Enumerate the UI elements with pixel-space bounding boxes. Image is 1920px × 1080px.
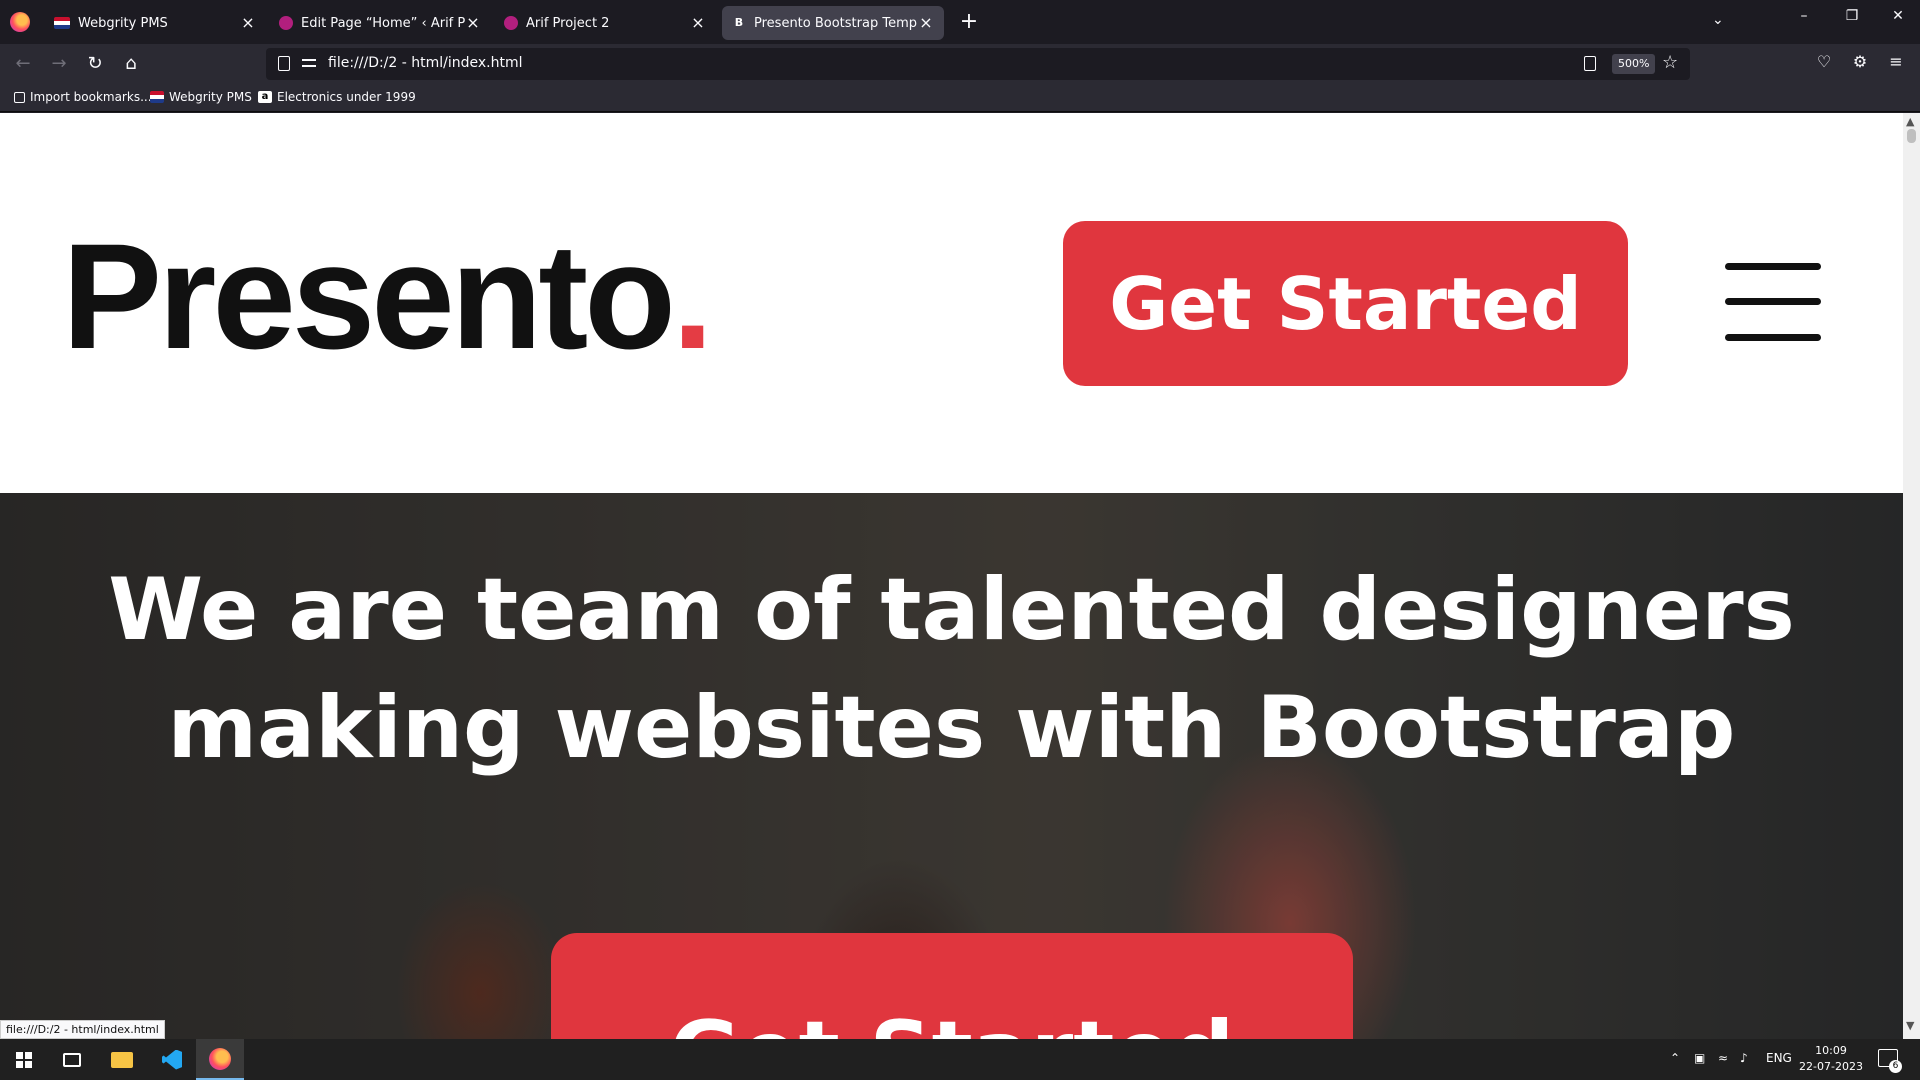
list-all-tabs-icon[interactable]: ⌄ bbox=[1712, 12, 1724, 28]
hero-heading-line: We are team of talented designers bbox=[108, 560, 1795, 660]
task-view-button[interactable] bbox=[48, 1039, 96, 1080]
vscode-icon bbox=[162, 1049, 182, 1070]
windows-taskbar: ⌃ ▣ ≈ ♪ ENG 10:09 22-07-2023 6 bbox=[0, 1039, 1920, 1080]
firefox-menu-icon[interactable] bbox=[10, 12, 30, 32]
folder-icon bbox=[111, 1051, 133, 1068]
clock-time: 10:09 bbox=[1815, 1044, 1847, 1057]
close-tab-icon[interactable]: × bbox=[690, 15, 706, 31]
new-tab-button[interactable]: + bbox=[956, 10, 982, 36]
bootstrap-icon: B bbox=[732, 16, 746, 30]
meet-now-icon[interactable]: ▣ bbox=[1694, 1051, 1705, 1065]
pocket-icon[interactable]: ♡ bbox=[1812, 52, 1836, 71]
tab-title: Webgrity PMS bbox=[78, 15, 168, 31]
tab-arif-project-2[interactable]: Arif Project 2 × bbox=[494, 6, 716, 40]
tab-presento[interactable]: B Presento Bootstrap Template - I × bbox=[722, 6, 944, 40]
page-icon[interactable] bbox=[278, 56, 290, 71]
flag-icon bbox=[150, 91, 164, 103]
url-text[interactable]: file:///D:/2 - html/index.html bbox=[328, 55, 523, 71]
scrollbar-thumb[interactable] bbox=[1907, 129, 1916, 143]
minimize-icon[interactable]: – bbox=[1784, 8, 1824, 24]
logo-dot: . bbox=[671, 212, 714, 380]
app-menu-icon[interactable]: ≡ bbox=[1884, 52, 1908, 71]
bookmark-label: Electronics under 1999 bbox=[277, 90, 416, 104]
site-logo[interactable]: Presento. bbox=[62, 221, 714, 371]
hero-heading: We are team of talented designers making… bbox=[0, 551, 1903, 787]
bookmark-label: Import bookmarks... bbox=[30, 90, 152, 104]
bookmarks-toolbar: Import bookmarks... Webgrity PMS a Elect… bbox=[0, 84, 1920, 112]
bookmark-webgrity-pms[interactable]: Webgrity PMS bbox=[150, 90, 252, 104]
clock[interactable]: 10:09 22-07-2023 bbox=[1796, 1043, 1866, 1075]
home-icon[interactable]: ⌂ bbox=[118, 52, 144, 76]
hero-get-started-button[interactable]: Get Started bbox=[551, 933, 1353, 1039]
extensions-icon[interactable]: ⚙ bbox=[1848, 52, 1872, 71]
close-tab-icon[interactable]: × bbox=[465, 15, 481, 31]
get-started-button[interactable]: Get Started bbox=[1063, 221, 1628, 386]
close-tab-icon[interactable]: × bbox=[240, 15, 256, 31]
address-bar[interactable]: file:///D:/2 - html/index.html 500% ☆ bbox=[266, 48, 1690, 80]
wifi-icon[interactable]: ≈ bbox=[1718, 1051, 1728, 1065]
tab-title: Edit Page “Home” ‹ Arif Project bbox=[301, 15, 465, 31]
reload-icon[interactable]: ↻ bbox=[82, 52, 108, 76]
language-indicator[interactable]: ENG bbox=[1766, 1051, 1792, 1065]
show-hidden-icons-icon[interactable]: ⌃ bbox=[1670, 1051, 1680, 1065]
logo-text: Presento bbox=[62, 212, 676, 380]
firefox-icon bbox=[209, 1047, 231, 1070]
file-explorer-button[interactable] bbox=[98, 1039, 146, 1080]
vscode-button[interactable] bbox=[148, 1039, 196, 1080]
bookmark-star-icon[interactable]: ☆ bbox=[1662, 52, 1678, 73]
task-view-icon bbox=[63, 1052, 81, 1067]
tab-title: Presento Bootstrap Template - I bbox=[754, 15, 918, 31]
bookmark-import[interactable]: Import bookmarks... bbox=[14, 90, 152, 104]
window-close-icon[interactable]: ✕ bbox=[1878, 8, 1918, 24]
flag-icon bbox=[54, 17, 70, 29]
bookmark-electronics[interactable]: a Electronics under 1999 bbox=[258, 90, 416, 104]
scroll-down-icon[interactable]: ▼ bbox=[1906, 1019, 1914, 1032]
close-tab-icon[interactable]: × bbox=[918, 15, 934, 31]
tab-strip: Webgrity PMS × Edit Page “Home” ‹ Arif P… bbox=[0, 0, 1920, 44]
scroll-up-icon[interactable]: ▲ bbox=[1906, 115, 1914, 128]
clock-date: 22-07-2023 bbox=[1799, 1060, 1863, 1073]
wordpress-icon bbox=[504, 16, 518, 30]
notification-count-badge: 6 bbox=[1889, 1060, 1902, 1073]
reader-view-icon[interactable] bbox=[1584, 56, 1596, 71]
tab-title: Arif Project 2 bbox=[526, 15, 610, 31]
back-icon[interactable]: ← bbox=[10, 52, 36, 76]
hero-heading-line: making websites with Bootstrap bbox=[167, 678, 1736, 778]
hero-section: We are team of talented designers making… bbox=[0, 493, 1903, 1039]
volume-icon[interactable]: ♪ bbox=[1740, 1051, 1748, 1065]
amazon-icon: a bbox=[258, 91, 272, 103]
tab-webgrity-pms[interactable]: Webgrity PMS × bbox=[44, 6, 266, 40]
start-button[interactable] bbox=[0, 1039, 48, 1080]
import-icon bbox=[14, 91, 25, 103]
permissions-icon[interactable] bbox=[302, 57, 316, 69]
windows-icon bbox=[16, 1051, 32, 1068]
restore-icon[interactable]: ❐ bbox=[1832, 8, 1872, 24]
page-viewport: Presento. Get Started We are team of tal… bbox=[0, 113, 1903, 1039]
bookmark-label: Webgrity PMS bbox=[169, 90, 252, 104]
link-status-tooltip: file:///D:/2 - html/index.html bbox=[0, 1020, 165, 1039]
zoom-level-button[interactable]: 500% bbox=[1612, 54, 1656, 74]
vertical-scrollbar[interactable]: ▲ ▼ bbox=[1903, 113, 1920, 1039]
firefox-taskbar-button[interactable] bbox=[196, 1039, 244, 1080]
tab-edit-page-home[interactable]: Edit Page “Home” ‹ Arif Project × bbox=[269, 6, 491, 40]
hamburger-menu-icon[interactable] bbox=[1725, 263, 1821, 341]
navigation-toolbar: ← → ↻ ⌂ file:///D:/2 - html/index.html 5… bbox=[0, 44, 1920, 84]
wordpress-icon bbox=[279, 16, 293, 30]
forward-icon[interactable]: → bbox=[46, 52, 72, 76]
